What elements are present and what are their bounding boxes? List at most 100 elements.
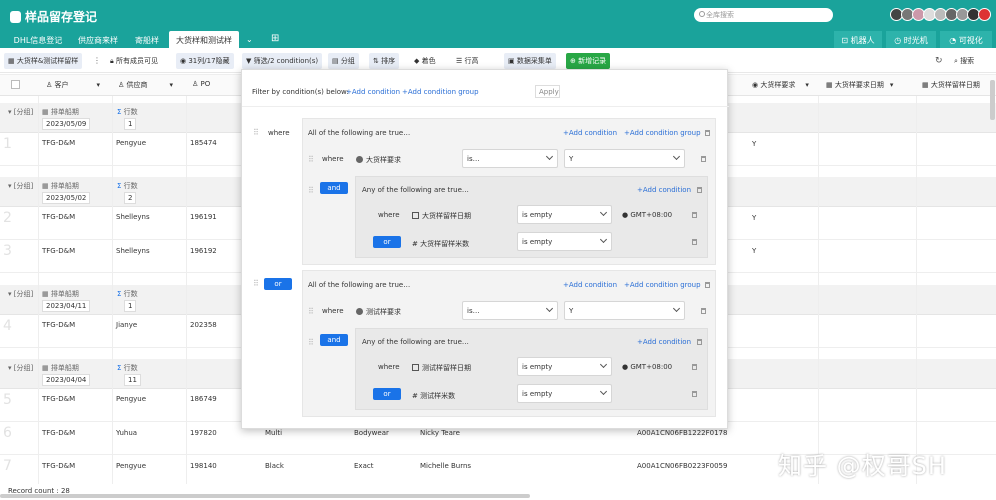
trash-icon[interactable] [701, 308, 706, 314]
trash-icon[interactable] [692, 239, 697, 245]
cell-customer[interactable]: TFG-D&M [42, 462, 75, 470]
members-visible-button[interactable]: 🔒︎ 所有成员可见 [106, 53, 162, 69]
cell-supplier[interactable]: Yuhua [116, 429, 137, 437]
timezone-label[interactable]: ● GMT+08:00 [622, 363, 672, 371]
cell-customer[interactable]: TFG-D&M [42, 139, 75, 147]
cell-code[interactable]: A00A1CN06FB0223F0059 [637, 462, 727, 470]
cell-customer[interactable]: TFG-D&M [42, 429, 75, 437]
cell-po[interactable]: 196192 [190, 247, 217, 255]
cell-code[interactable]: A00A1CN06FB1222F0178 [637, 429, 727, 437]
avatar[interactable] [978, 8, 991, 21]
trash-icon[interactable] [692, 212, 697, 218]
group-label[interactable]: ▾ [分组] [8, 181, 33, 191]
field-bulk-keep-meters[interactable]: # 大货样留样米数 [412, 239, 469, 249]
cell-supplier[interactable]: Shelleyns [116, 213, 150, 221]
data-collect-button[interactable]: ▣ 数据采集单 [504, 53, 556, 69]
operator-select[interactable]: is… [462, 301, 558, 320]
cell-supplier[interactable]: Pengyue [116, 462, 146, 470]
and-conjunction[interactable]: and [320, 334, 348, 346]
field-bulk-requirement[interactable]: 大货样要求 [356, 155, 401, 165]
cell-supplier[interactable]: Pengyue [116, 395, 146, 403]
color-button[interactable]: ◆ 着色 [410, 53, 440, 69]
drag-handle-icon[interactable]: ⠿ [253, 128, 259, 137]
cell-customer[interactable]: TFG-D&M [42, 395, 75, 403]
apply-button[interactable]: Apply [535, 85, 560, 98]
trash-icon[interactable] [697, 339, 702, 345]
drag-handle-icon[interactable]: ⠿ [308, 155, 314, 164]
field-test-meters[interactable]: # 测试样米数 [412, 391, 455, 401]
add-condition-group-link[interactable]: +Add condition group [624, 281, 701, 289]
value-select[interactable]: Y [564, 301, 685, 320]
cell-category[interactable]: Bodywear [354, 429, 389, 437]
tab-supplier-samples[interactable]: 供应商来样 [74, 31, 122, 48]
cell-bulk-req[interactable]: Y [752, 214, 756, 222]
cell-color[interactable]: Black [265, 462, 284, 470]
column-bulk-req-date[interactable]: ▦ 大货样要求日期 ▾ [826, 80, 893, 90]
vertical-scrollbar[interactable] [990, 80, 995, 120]
tab-ship-samples[interactable]: 寄船样 [128, 31, 166, 48]
cell-customer[interactable]: TFG-D&M [42, 321, 75, 329]
cell-customer[interactable]: TFG-D&M [42, 247, 75, 255]
or-conjunction[interactable]: or [264, 278, 292, 290]
trash-icon[interactable] [701, 156, 706, 162]
global-search-input[interactable]: 全库搜索 [694, 8, 833, 22]
robot-button[interactable]: ⊡ 机器人 [834, 31, 882, 48]
add-condition-link[interactable]: +Add condition [637, 186, 691, 194]
trash-icon[interactable] [705, 282, 710, 288]
cell-supplier[interactable]: Jianye [116, 321, 137, 329]
hidden-columns-button[interactable]: ◉ 31列/17隐藏 [176, 53, 234, 69]
operator-select[interactable]: is… [462, 149, 558, 168]
tab-dhl[interactable]: DHL信息登记 [6, 31, 70, 48]
or-conjunction[interactable]: or [373, 388, 401, 400]
new-record-button[interactable]: ⊕ 新增记录 [566, 53, 611, 69]
column-bulk-keep-date[interactable]: ▦ 大货样留样日期 [922, 80, 980, 90]
horizontal-scrollbar[interactable] [0, 494, 530, 498]
column-supplier[interactable]: ♙ 供应商 ▾ [118, 80, 173, 90]
drag-handle-icon[interactable]: ⠿ [308, 186, 314, 195]
cell-supplier[interactable]: Pengyue [116, 139, 146, 147]
cell-bulk-req[interactable]: Y [752, 247, 756, 255]
cell-po[interactable]: 185474 [190, 139, 217, 147]
trash-icon[interactable] [705, 130, 710, 136]
column-po[interactable]: ♙ PO [192, 80, 210, 88]
sort-button[interactable]: ⇅ 排序 [369, 53, 400, 69]
cell-category[interactable]: Exact [354, 462, 373, 470]
group-label[interactable]: ▾ [分组] [8, 363, 33, 373]
timezone-label[interactable]: ● GMT+08:00 [622, 211, 672, 219]
cell-po[interactable]: 196191 [190, 213, 217, 221]
field-bulk-keep-date[interactable]: 大货样留样日期 [412, 211, 471, 221]
drag-handle-icon[interactable]: ⠿ [308, 338, 314, 347]
value-select[interactable]: Y [564, 149, 685, 168]
cell-po[interactable]: 198140 [190, 462, 217, 470]
filter-button[interactable]: ▼ 筛选/2 condition(s) [242, 53, 323, 69]
cell-bulk-req[interactable]: Y [752, 140, 756, 148]
cell-color[interactable]: Multi [265, 429, 282, 437]
refresh-icon[interactable]: ↻ [935, 56, 943, 66]
add-condition-link[interactable]: +Add condition [563, 129, 617, 137]
cell-po[interactable]: 186749 [190, 395, 217, 403]
add-condition-link[interactable]: +Add condition [346, 88, 400, 96]
view-selector[interactable]: ▦ 大货样&测试样留样 [4, 53, 83, 69]
cell-po[interactable]: 202358 [190, 321, 217, 329]
select-all-checkbox[interactable] [11, 80, 20, 89]
column-bulk-requirement[interactable]: ◉ 大货样要求 ▾ [752, 80, 809, 90]
field-test-keep-date[interactable]: 测试样留样日期 [412, 363, 471, 373]
add-tab-icon[interactable]: ⊞ [271, 33, 279, 44]
time-machine-button[interactable]: ◷ 时光机 [886, 31, 936, 48]
and-conjunction[interactable]: and [320, 182, 348, 194]
trash-icon[interactable] [692, 364, 697, 370]
add-condition-group-link[interactable]: +Add condition group [624, 129, 701, 137]
add-condition-group-link[interactable]: +Add condition group [402, 88, 479, 96]
trash-icon[interactable] [697, 187, 702, 193]
cell-supplier[interactable]: Shelleyns [116, 247, 150, 255]
more-icon[interactable]: ⋮ [93, 56, 101, 65]
operator-select[interactable]: is empty [517, 205, 612, 224]
group-button[interactable]: ▤ 分组 [328, 53, 359, 69]
cell-po[interactable]: 197820 [190, 429, 217, 437]
operator-select[interactable]: is empty [517, 357, 612, 376]
cell-buyer[interactable]: Nicky Teare [420, 429, 460, 437]
chevron-down-icon[interactable]: ⌄ [246, 35, 253, 44]
operator-select[interactable]: is empty [517, 384, 612, 403]
group-label[interactable]: ▾ [分组] [8, 107, 33, 117]
cell-customer[interactable]: TFG-D&M [42, 213, 75, 221]
